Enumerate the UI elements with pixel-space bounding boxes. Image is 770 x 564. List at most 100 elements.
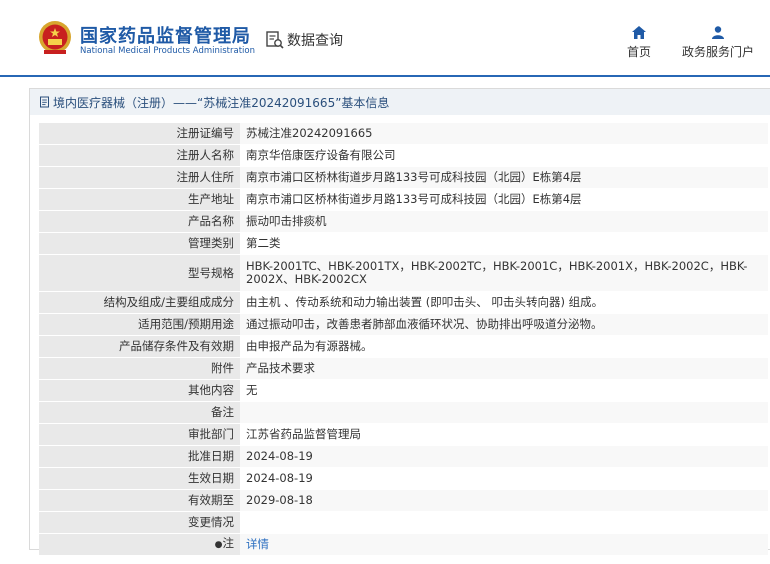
field-label: 其他内容 xyxy=(39,379,240,402)
table-row: 型号规格 HBK-2001TC、HBK-2001TX，HBK-2002TC，HBK… xyxy=(39,254,768,292)
field-label-text: 注册人名称 xyxy=(176,148,235,162)
field-value: 产品技术要求 xyxy=(240,357,768,380)
table-row: ●注 详情 xyxy=(39,533,768,556)
field-label-text: 产品储存条件及有效期 xyxy=(119,339,234,353)
field-value: HBK-2001TC、HBK-2001TX，HBK-2002TC，HBK-200… xyxy=(240,254,768,292)
field-value-text: 2024-08-19 xyxy=(246,449,313,463)
table-row: 管理类别 第二类 xyxy=(39,232,768,255)
field-label-text: 备注 xyxy=(211,405,234,419)
field-label-text: 附件 xyxy=(211,361,234,375)
field-label: 型号规格 xyxy=(39,254,240,292)
field-label: 批准日期 xyxy=(39,445,240,468)
field-label-text: 型号规格 xyxy=(188,265,234,280)
field-value-text: 振动叩击排痰机 xyxy=(246,214,327,228)
field-value xyxy=(240,511,768,534)
user-icon xyxy=(712,26,724,39)
field-value-text: HBK-2001TC、HBK-2001TX，HBK-2002TC，HBK-200… xyxy=(246,259,748,286)
table-row: 注册人名称 南京华倍康医疗设备有限公司 xyxy=(39,144,768,167)
field-label: 注册人名称 xyxy=(39,144,240,167)
field-label: 注册人住所 xyxy=(39,166,240,189)
field-value: 振动叩击排痰机 xyxy=(240,210,768,233)
field-label: 审批部门 xyxy=(39,423,240,446)
field-value-text: 由主机 、传动系统和动力输出装置 (即叩击头、 叩击头转向器) 组成。 xyxy=(246,295,604,309)
table-row: 审批部门 江苏省药品监督管理局 xyxy=(39,423,768,446)
field-value: 通过振动叩击，改善患者肺部血液循环状况、协助排出呼吸道分泌物。 xyxy=(240,313,768,336)
field-label-text: 有效期至 xyxy=(188,493,234,507)
document-search-icon xyxy=(266,31,284,49)
field-value: 南京市浦口区桥林街道步月路133号可成科技园（北园）E栋第4层 xyxy=(240,166,768,189)
breadcrumb: 境内医疗器械（注册）——“苏械注准20242091665”基本信息 xyxy=(30,89,770,115)
field-label: 产品储存条件及有效期 xyxy=(39,335,240,358)
field-label: 结构及组成/主要组成成分 xyxy=(39,291,240,314)
field-label-text: 产品名称 xyxy=(188,214,234,228)
table-row: 产品名称 振动叩击排痰机 xyxy=(39,210,768,233)
document-icon xyxy=(40,96,49,108)
field-value-text: 第二类 xyxy=(246,236,281,250)
field-value-text: 南京市浦口区桥林街道步月路133号可成科技园（北园）E栋第4层 xyxy=(246,170,582,184)
field-label: 注册证编号 xyxy=(39,123,240,145)
breadcrumb-text: 境内医疗器械（注册）——“苏械注准20242091665”基本信息 xyxy=(53,95,390,110)
data-query-link[interactable]: 数据查询 xyxy=(265,30,343,50)
field-value-text: 南京市浦口区桥林街道步月路133号可成科技园（北园）E栋第4层 xyxy=(246,192,582,206)
table-row: 生效日期 2024-08-19 xyxy=(39,467,768,490)
field-value-text: 苏械注准20242091665 xyxy=(246,126,373,140)
nav-service-portal[interactable]: 政务服务门户 xyxy=(682,26,754,60)
field-value: 2024-08-19 xyxy=(240,467,768,490)
field-label: 附件 xyxy=(39,357,240,380)
field-label: 适用范围/预期用途 xyxy=(39,313,240,336)
field-value: 苏械注准20242091665 xyxy=(240,123,768,145)
table-row: 其他内容无 xyxy=(39,379,768,402)
field-label-text: 其他内容 xyxy=(188,383,234,397)
table-row: 附件 产品技术要求 xyxy=(39,357,768,380)
field-value: 第二类 xyxy=(240,232,768,255)
field-value: 由申报产品为有源器械。 xyxy=(240,335,768,358)
field-value: 由主机 、传动系统和动力输出装置 (即叩击头、 叩击头转向器) 组成。 xyxy=(240,291,768,314)
field-label: 备注 xyxy=(39,401,240,424)
table-row: 备注 xyxy=(39,401,768,424)
field-value-text: 2024-08-19 xyxy=(246,471,313,485)
registration-info-table: 注册证编号 苏械注准20242091665 注册人名称 南京华倍康医疗设备有限公司 注册… xyxy=(39,123,768,556)
field-label: 生产地址 xyxy=(39,188,240,211)
data-query-label: 数据查询 xyxy=(287,33,343,49)
field-value xyxy=(240,401,768,424)
national-emblem-icon xyxy=(39,21,71,54)
field-value: 江苏省药品监督管理局 xyxy=(240,423,768,446)
site-header: 国家药品监督管理局 National Medical Products Admi… xyxy=(0,0,770,77)
details-link[interactable]: 详情 xyxy=(246,537,269,551)
nav-home[interactable]: 首页 xyxy=(627,26,651,60)
table-row: 注册人住所 南京市浦口区桥林街道步月路133号可成科技园（北园）E栋第4层 xyxy=(39,166,768,189)
note-icon: ● xyxy=(214,540,223,550)
field-label-text: 批准日期 xyxy=(188,449,234,463)
field-label-text: 注册人住所 xyxy=(176,170,235,184)
table-row: 产品储存条件及有效期 由申报产品为有源器械。 xyxy=(39,335,768,358)
home-icon xyxy=(632,26,646,39)
field-label-text: 适用范围/预期用途 xyxy=(138,317,234,331)
field-value-text: 江苏省药品监督管理局 xyxy=(246,427,361,441)
table-row: 生产地址 南京市浦口区桥林街道步月路133号可成科技园（北园）E栋第4层 xyxy=(39,188,768,211)
table-row: 批准日期 2024-08-19 xyxy=(39,445,768,468)
field-label-text: 生产地址 xyxy=(188,192,234,206)
field-value: 2029-08-18 xyxy=(240,489,768,512)
field-value-text: 通过振动叩击，改善患者肺部血液循环状况、协助排出呼吸道分泌物。 xyxy=(246,317,603,331)
field-label: 有效期至 xyxy=(39,489,240,512)
nav-portal-label: 政务服务门户 xyxy=(682,45,755,59)
field-value: 无 xyxy=(240,379,768,402)
field-label: 变更情况 xyxy=(39,511,240,534)
field-label: ●注 xyxy=(39,533,240,556)
nav-home-label: 首页 xyxy=(627,45,652,59)
field-value-text: 南京华倍康医疗设备有限公司 xyxy=(246,148,396,162)
field-value-text: 产品技术要求 xyxy=(246,361,315,375)
field-label-text: 生效日期 xyxy=(188,471,234,485)
field-value-text: 无 xyxy=(246,383,258,397)
field-value: 南京市浦口区桥林街道步月路133号可成科技园（北园）E栋第4层 xyxy=(240,188,768,211)
field-value-text: 2029-08-18 xyxy=(246,493,313,507)
field-label-text: 审批部门 xyxy=(188,427,234,441)
table-row: 结构及组成/主要组成成分 由主机 、传动系统和动力输出装置 (即叩击头、 叩击头转… xyxy=(39,291,768,314)
table-row: 适用范围/预期用途 通过振动叩击，改善患者肺部血液循环状况、协助排出呼吸道分泌物。 xyxy=(39,313,768,336)
field-value: 详情 xyxy=(240,533,768,556)
field-label: 产品名称 xyxy=(39,210,240,233)
site-subtitle: National Medical Products Administration xyxy=(80,46,255,56)
field-label: 生效日期 xyxy=(39,467,240,490)
field-label: 管理类别 xyxy=(39,232,240,255)
table-row: 有效期至 2029-08-18 xyxy=(39,489,768,512)
